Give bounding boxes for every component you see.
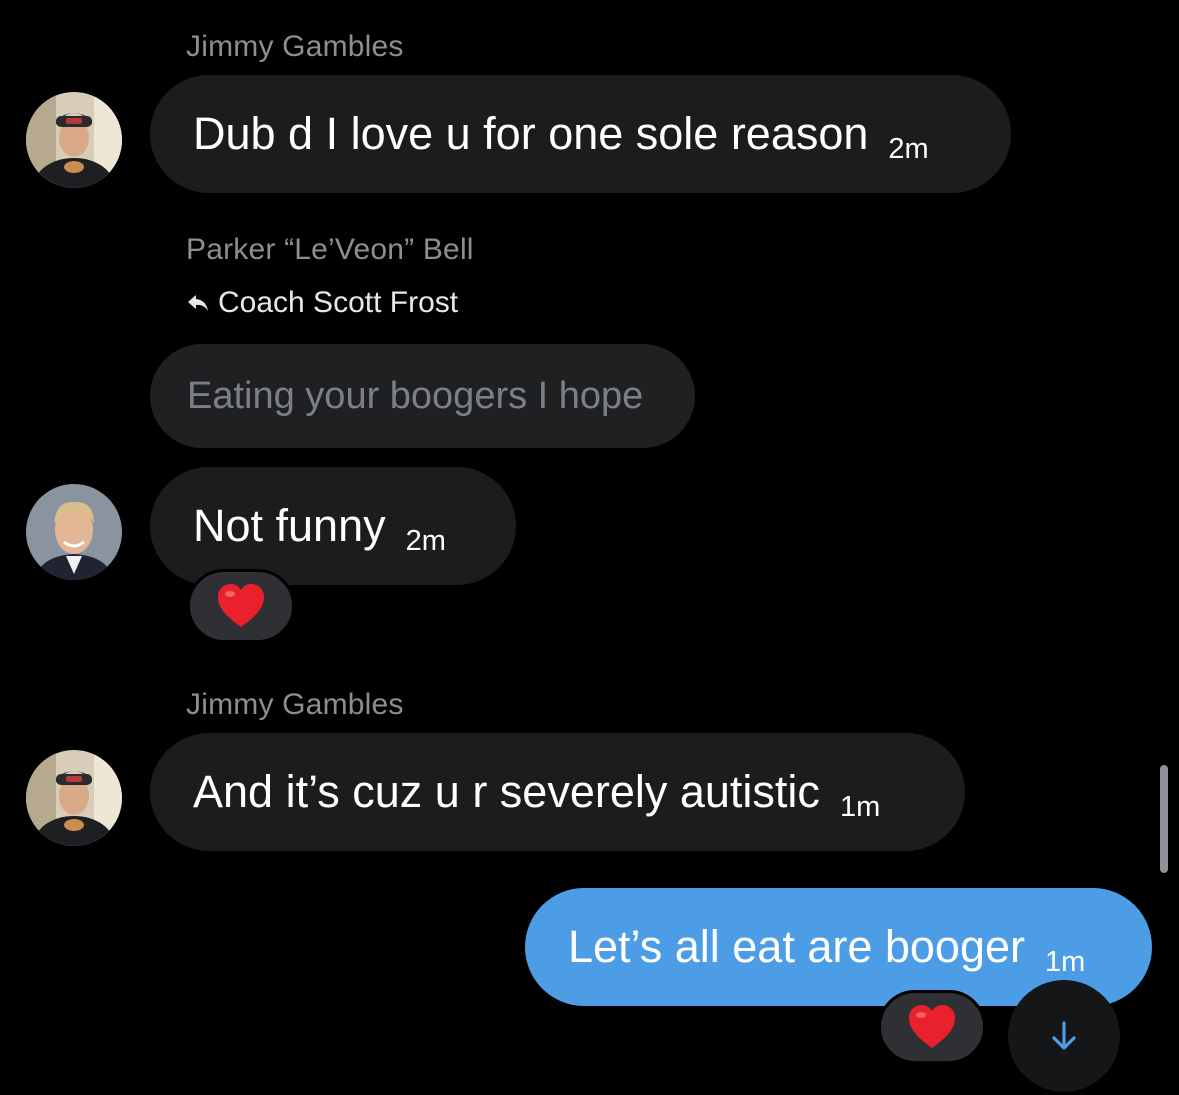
message-timestamp: 1m <box>1045 945 1086 978</box>
scrollbar[interactable] <box>1160 765 1168 873</box>
quoted-message-text: Eating your boogers I hope <box>187 374 644 417</box>
reply-arrow-icon <box>188 295 208 311</box>
avatar-parker-bell-icon <box>26 484 122 580</box>
arrow-down-icon <box>1052 1021 1076 1050</box>
message-text: Let’s all eat are booger <box>568 921 1025 972</box>
red-heart-icon <box>218 584 264 627</box>
avatar-jimmy-gambles-icon <box>26 92 122 188</box>
reply-context: Coach Scott Frost <box>186 286 458 320</box>
reaction-badge[interactable] <box>187 569 295 643</box>
sender-name: Jimmy Gambles <box>186 30 404 63</box>
message-timestamp: 2m <box>888 132 929 165</box>
sender-name: Parker “Le’Veon” Bell <box>186 233 474 266</box>
reaction-badge[interactable] <box>878 990 986 1064</box>
message-text: Dub d I love u for one sole reason <box>193 108 869 159</box>
sender-name: Jimmy Gambles <box>186 688 404 721</box>
avatar[interactable] <box>26 484 122 580</box>
scroll-to-bottom-button[interactable] <box>1008 980 1120 1092</box>
message-text: And it’s cuz u r severely autistic <box>193 766 820 817</box>
avatar-jimmy-gambles-icon <box>26 750 122 846</box>
message-text: Not funny <box>193 500 386 551</box>
quoted-message[interactable]: Eating your boogers I hope <box>150 344 695 448</box>
red-heart-icon <box>909 1005 955 1048</box>
message-timestamp: 1m <box>839 790 881 823</box>
message-bubble[interactable]: Not funny 2m <box>150 467 516 585</box>
message-bubble[interactable]: And it’s cuz u r severely autistic 1m <box>150 733 965 851</box>
message-bubble[interactable]: Dub d I love u for one sole reason 2m <box>150 75 1011 193</box>
reply-to-name: Coach Scott Frost <box>218 286 459 319</box>
avatar[interactable] <box>26 92 122 188</box>
avatar[interactable] <box>26 750 122 846</box>
message-timestamp: 2m <box>405 524 446 557</box>
